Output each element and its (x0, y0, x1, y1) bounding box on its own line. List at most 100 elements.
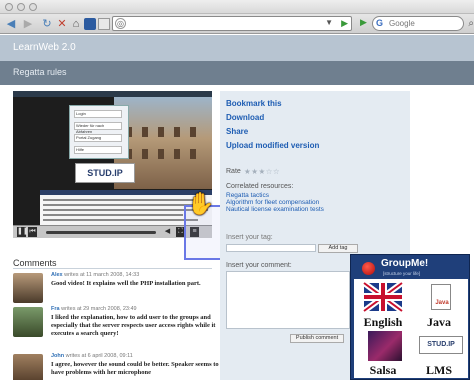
window-shape (158, 127, 164, 137)
search-icon[interactable]: ⌕ (468, 17, 474, 30)
site-title[interactable]: LearnWeb 2.0 (13, 42, 76, 53)
correlated-link[interactable]: Regatta tactics (226, 192, 269, 199)
correlated-link[interactable]: Algorithm for fleet compensation (226, 199, 319, 206)
groupme-subtitle: [structure your life] (383, 271, 421, 276)
comment-meta: Fra writes at 29 march 2008, 23:49 (51, 306, 137, 312)
avatar[interactable] (13, 273, 43, 303)
comment-text: Good video! It explains well the PHP ins… (51, 280, 201, 287)
comment-text: I liked the explanation, how to add user… (51, 314, 216, 337)
groupme-logo-icon (362, 262, 375, 275)
hand-cursor-icon: ✋ (187, 191, 215, 216)
site-identity-icon[interactable]: ◎ (115, 18, 126, 29)
share-link[interactable]: Share (226, 127, 248, 136)
url-dropdown-icon[interactable]: ▼ (325, 18, 333, 27)
forward-arrow-icon[interactable]: ▶ (22, 17, 34, 31)
zoom-window-button[interactable] (29, 3, 37, 11)
go-arrow-icon[interactable]: ▶ (341, 18, 348, 29)
group-tile-lms[interactable]: STUD.IP LMS (412, 329, 466, 377)
comment-meta: John writes at 6 april 2008, 09:11 (51, 353, 133, 359)
home-icon[interactable]: ⌂ (70, 17, 82, 31)
page-info-icon[interactable] (98, 18, 110, 30)
video-controls: ❚❚ ⏮ ◀ ⛶ ≡ (13, 225, 212, 238)
download-link[interactable]: Download (226, 113, 264, 122)
publish-comment-button[interactable]: Publish comment (290, 334, 344, 343)
login-row: Wieder für nach Abfahren (74, 122, 122, 134)
bookmark-link[interactable]: Bookmark this (226, 99, 282, 108)
minimize-window-button[interactable] (17, 3, 25, 11)
comment-text: I agree, however the sound could be bett… (51, 361, 219, 376)
rate-label: Rate (226, 168, 241, 175)
comment-date: writes at 11 march 2008, 14:33 (64, 272, 140, 278)
studip-logo: STUD.IP (75, 163, 135, 183)
comment-item: Fra writes at 29 march 2008, 23:49 I lik… (13, 303, 223, 343)
java-logo-icon: Java (431, 284, 451, 310)
login-row: Login (74, 110, 122, 118)
window-shape (142, 127, 148, 137)
video-player[interactable]: Login Wieder für nach Abfahren Portal Zu… (13, 91, 212, 238)
window-titlebar (0, 0, 474, 14)
pause-icon[interactable]: ❚❚ (17, 227, 29, 237)
tag-input[interactable] (226, 244, 316, 252)
groupme-title: GroupMe! (381, 258, 429, 269)
tile-label: LMS (425, 363, 452, 377)
comment-date: writes at 29 march 2008, 23:49 (61, 306, 137, 312)
volume-icon[interactable]: ◀ (163, 227, 172, 237)
search-engine-icon[interactable]: G (376, 18, 386, 29)
text-line (43, 204, 193, 206)
login-row: Hilfe (74, 146, 122, 154)
tile-label: English (363, 315, 403, 329)
rewind-icon[interactable]: ⏮ (28, 227, 37, 237)
text-line (43, 199, 203, 201)
window-shape (174, 127, 180, 137)
rating-stars[interactable]: ★★★☆☆ (244, 167, 280, 176)
reload-icon[interactable]: ↻ (40, 17, 54, 31)
stop-icon[interactable]: ✕ (56, 17, 68, 31)
java-logo-text: Java (435, 300, 449, 306)
group-tile-salsa[interactable]: Salsa (356, 329, 410, 377)
go-button-icon[interactable]: ▶ (360, 17, 367, 28)
comment-author[interactable]: Alex (51, 272, 63, 278)
comment-textarea[interactable] (226, 271, 350, 329)
tile-label: Salsa (369, 363, 397, 377)
page-title-bar (0, 61, 474, 85)
bookmark-bar-icon[interactable] (84, 18, 96, 30)
groupme-grid: English Java Java Salsa STUD.IP LMS (354, 279, 468, 378)
window-shape (158, 149, 164, 159)
window-shape (142, 149, 148, 159)
group-tile-java[interactable]: Java Java (412, 281, 466, 329)
window-shape (190, 149, 196, 159)
comment-author[interactable]: John (51, 353, 64, 359)
comment-item: John writes at 6 april 2008, 09:11 I agr… (13, 350, 223, 380)
add-tag-button[interactable]: Add tag (318, 244, 358, 253)
back-arrow-icon[interactable]: ◀ (4, 17, 18, 31)
uk-flag-icon (362, 280, 404, 314)
login-box: Login Wieder für nach Abfahren Portal Zu… (69, 105, 129, 159)
comment-meta: Alex writes at 11 march 2008, 14:33 (51, 272, 139, 278)
window-shape (190, 127, 196, 137)
studip-badge: STUD.IP (419, 336, 463, 354)
comment-date: writes at 6 april 2008, 09:11 (65, 353, 133, 359)
salsa-photo (368, 331, 402, 361)
close-window-button[interactable] (5, 3, 13, 11)
avatar[interactable] (13, 307, 43, 337)
comments-heading: Comments (13, 258, 57, 268)
search-input[interactable]: G Google ⌕ (372, 16, 474, 31)
correlated-label: Correlated resources: (226, 183, 294, 190)
window-shape (174, 149, 180, 159)
avatar[interactable] (13, 354, 43, 380)
comment-author[interactable]: Fra (51, 306, 60, 312)
correlated-link[interactable]: Nautical license examination tests (226, 206, 324, 213)
group-tile-english[interactable]: English (356, 280, 410, 329)
search-placeholder: Google (389, 19, 415, 28)
comment-label: Insert your comment: (226, 262, 292, 269)
page-title: Regatta rules (13, 67, 67, 77)
upload-modified-link[interactable]: Upload modified version (226, 141, 319, 150)
progress-bar[interactable] (46, 231, 156, 234)
groupme-widget[interactable]: GroupMe! [structure your life] English J… (350, 254, 470, 380)
url-input[interactable]: ◎ ▼ ▶ (112, 16, 352, 31)
browser-toolbar: ◀ ▶ ↻ ✕ ⌂ ◎ ▼ ▶ ▶ G Google ⌕ (0, 14, 474, 34)
tag-label: Insert your tag: (226, 234, 273, 241)
tile-label: Java (427, 315, 451, 329)
text-line (43, 214, 183, 216)
login-row: Portal Zugang (74, 134, 122, 142)
